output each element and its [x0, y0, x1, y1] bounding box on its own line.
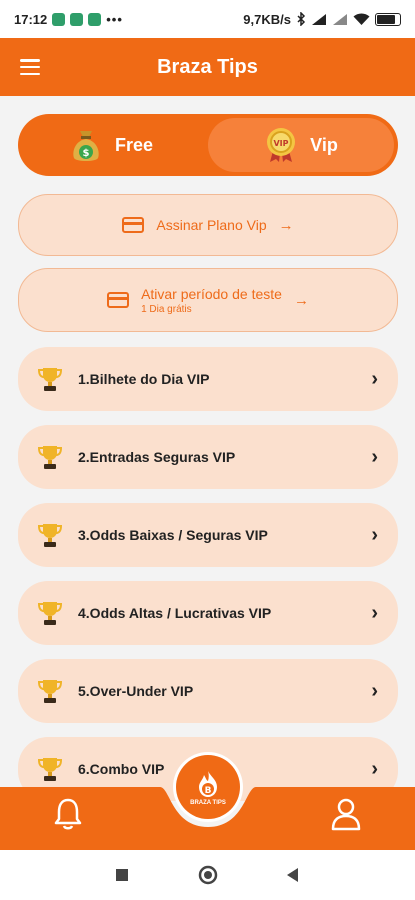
arrow-right-icon: →	[293, 291, 309, 309]
status-time: 17:12	[14, 11, 48, 27]
svg-text:$: $	[83, 148, 90, 159]
status-bar: 17:12 ••• 9,7KB/s	[0, 0, 415, 38]
money-bag-icon: $	[73, 131, 99, 161]
app-bar: Braza Tips	[0, 38, 415, 96]
chevron-right-icon: ›	[371, 367, 378, 390]
svg-text:B: B	[205, 786, 212, 796]
vip-badge-icon: VIP	[267, 128, 296, 162]
list-item-label: 2.Entradas Seguras VIP	[78, 449, 236, 465]
signal-icon	[312, 13, 326, 25]
hamburger-menu-icon[interactable]	[20, 59, 40, 75]
notifications-button[interactable]	[52, 797, 84, 836]
wifi-icon	[353, 12, 370, 25]
signal-icon	[333, 13, 347, 25]
arrow-right-icon: →	[278, 216, 294, 234]
battery-icon	[375, 12, 401, 26]
chevron-right-icon: ›	[371, 679, 378, 702]
notification-icon	[70, 12, 84, 26]
list-item[interactable]: 5.Over-Under VIP ›	[18, 659, 398, 723]
list-item-label: 4.Odds Altas / Lucrativas VIP	[78, 605, 272, 621]
tab-free[interactable]: $ Free	[18, 114, 204, 176]
chevron-right-icon: ›	[371, 601, 378, 624]
trial-text: Ativar período de teste 1 Dia grátis	[141, 286, 282, 315]
more-notifications-icon: •••	[106, 11, 123, 27]
system-navigation-bar	[0, 850, 415, 900]
recents-icon[interactable]	[116, 869, 128, 881]
list-item-label: 5.Over-Under VIP	[78, 683, 194, 699]
list-item[interactable]: 1.Bilhete do Dia VIP ›	[18, 347, 398, 411]
activate-trial-button[interactable]: Ativar período de teste 1 Dia grátis →	[18, 268, 398, 332]
chevron-right-icon: ›	[371, 523, 378, 546]
trophy-icon	[37, 758, 63, 781]
profile-button[interactable]	[330, 797, 362, 836]
notification-icon	[52, 12, 66, 26]
flame-logo-icon: B	[199, 770, 217, 797]
bell-icon	[54, 798, 82, 830]
chevron-right-icon: ›	[371, 445, 378, 468]
trial-sublabel: 1 Dia grátis	[141, 303, 192, 315]
bluetooth-icon	[297, 12, 306, 26]
list-item-label: 1.Bilhete do Dia VIP	[78, 371, 210, 387]
braza-tips-home-button[interactable]: B BRAZA TIPS	[176, 755, 240, 819]
user-icon	[331, 798, 361, 831]
list-item[interactable]: 3.Odds Baixas / Seguras VIP ›	[18, 503, 398, 567]
fab-logo-text: BRAZA TIPS	[190, 799, 226, 806]
trial-label: Ativar período de teste	[141, 285, 282, 302]
tab-vip-label: Vip	[310, 134, 338, 155]
trophy-icon	[37, 680, 63, 703]
credit-card-icon	[107, 292, 130, 308]
trophy-icon	[37, 524, 63, 547]
list-item[interactable]: 4.Odds Altas / Lucrativas VIP ›	[18, 581, 398, 645]
credit-card-icon	[122, 217, 145, 233]
notification-icon	[88, 12, 102, 26]
back-icon[interactable]	[287, 868, 298, 882]
plan-toggle: $ Free VIP Vip	[18, 114, 398, 176]
trophy-icon	[37, 446, 63, 469]
tab-free-label: Free	[114, 134, 154, 155]
trophy-icon	[37, 368, 63, 391]
tab-vip[interactable]: VIP Vip	[208, 118, 394, 172]
subscribe-vip-button[interactable]: Assinar Plano Vip →	[18, 194, 398, 256]
list-item[interactable]: 2.Entradas Seguras VIP ›	[18, 425, 398, 489]
network-speed: 9,7KB/s	[243, 11, 291, 27]
chevron-right-icon: ›	[371, 757, 378, 780]
trophy-icon	[37, 602, 63, 625]
list-item-label: 3.Odds Baixas / Seguras VIP	[78, 527, 268, 543]
page-title: Braza Tips	[157, 55, 258, 78]
subscribe-label: Assinar Plano Vip	[156, 217, 267, 233]
list-item-label: 6.Combo VIP	[78, 761, 165, 777]
svg-text:VIP: VIP	[274, 139, 289, 148]
